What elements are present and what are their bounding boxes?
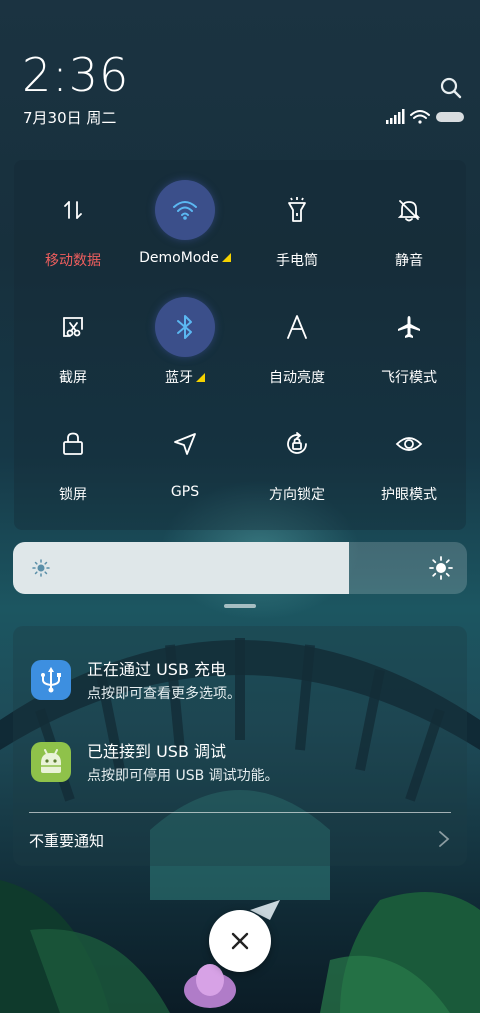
brightness-slider[interactable] <box>13 542 467 594</box>
tile-lock[interactable]: 锁屏 <box>18 404 128 514</box>
search-icon[interactable] <box>440 77 462 99</box>
tile-label: 锁屏 <box>59 487 87 503</box>
tile-label: 方向锁定 <box>269 487 325 503</box>
tile-mute[interactable]: 静音 <box>354 170 464 280</box>
tile-flashlight[interactable]: 手电筒 <box>242 170 352 280</box>
tile-screenshot[interactable]: 截屏 <box>18 287 128 397</box>
tile-label: 自动亮度 <box>269 370 325 386</box>
tile-label: 截屏 <box>59 370 87 386</box>
brightness-low-icon <box>32 559 50 577</box>
tile-label: GPS <box>170 484 200 500</box>
usb-icon <box>31 660 71 700</box>
flashlight-icon <box>267 180 327 240</box>
lock-icon <box>43 414 103 474</box>
notification-subtitle: 点按即可停用 USB 调试功能。 <box>87 768 279 784</box>
date[interactable]: 7月30日 周二 <box>23 107 116 128</box>
tile-gps[interactable]: GPS <box>130 404 240 514</box>
brightness-level-fill <box>13 542 349 594</box>
tile-label: 飞行模式 <box>381 370 437 386</box>
wifi-status-icon <box>410 110 430 124</box>
tile-mobile-data[interactable]: 移动数据 <box>18 170 128 280</box>
expand-triangle-icon <box>221 253 231 262</box>
notification-usb-charging[interactable]: 正在通过 USB 充电 点按即可查看更多选项。 <box>13 656 467 716</box>
wifi-icon <box>155 180 215 240</box>
gps-icon <box>155 414 215 474</box>
tile-wifi[interactable]: DemoMode <box>130 170 240 280</box>
auto-brightness-icon <box>267 297 327 357</box>
notification-title: 已连接到 USB 调试 <box>87 742 227 761</box>
tile-airplane[interactable]: 飞行模式 <box>354 287 464 397</box>
drag-handle[interactable] <box>224 604 256 608</box>
tile-label: 移动数据 <box>45 253 101 269</box>
divider <box>29 812 451 813</box>
tile-bluetooth[interactable]: 蓝牙 <box>130 287 240 397</box>
tile-eye-protection[interactable]: 护眼模式 <box>354 404 464 514</box>
tile-auto-brightness[interactable]: 自动亮度 <box>242 287 352 397</box>
tile-label: DemoMode <box>139 250 219 266</box>
system-status-icons <box>386 109 464 124</box>
airplane-icon <box>379 297 439 357</box>
screenshot-icon <box>43 297 103 357</box>
notification-usb-debugging[interactable]: 已连接到 USB 调试 点按即可停用 USB 调试功能。 <box>13 738 467 798</box>
battery-icon <box>436 112 464 122</box>
mobile-data-icon <box>43 180 103 240</box>
quick-settings-panel: 移动数据 DemoMode 手电筒 静音 截屏 蓝牙 自动亮度 飞行模式 锁屏 … <box>14 160 466 530</box>
eye-icon <box>379 414 439 474</box>
tile-label: 蓝牙 <box>165 370 193 386</box>
mute-bell-icon <box>379 180 439 240</box>
close-button[interactable] <box>209 910 271 972</box>
expand-triangle-icon <box>196 373 205 382</box>
signal-icon <box>386 109 405 124</box>
close-icon <box>231 932 249 950</box>
tile-label: 手电筒 <box>276 253 318 269</box>
tile-label: 护眼模式 <box>381 487 437 503</box>
status-header: 2:36 7月30日 周二 <box>0 0 480 140</box>
bluetooth-icon <box>155 297 215 357</box>
tile-rotation-lock[interactable]: 方向锁定 <box>242 404 352 514</box>
notification-panel: 正在通过 USB 充电 点按即可查看更多选项。 已连接到 USB 调试 点按即可… <box>13 626 467 866</box>
rotation-lock-icon <box>267 414 327 474</box>
clock[interactable]: 2:36 <box>22 48 129 102</box>
brightness-high-icon <box>429 556 453 580</box>
notification-subtitle: 点按即可查看更多选项。 <box>87 686 241 702</box>
notification-title: 正在通过 USB 充电 <box>87 660 227 679</box>
chevron-right-icon[interactable] <box>437 830 451 848</box>
android-icon <box>31 742 71 782</box>
tile-label: 静音 <box>395 253 423 269</box>
minor-notifications-link[interactable]: 不重要通知 <box>29 830 104 851</box>
